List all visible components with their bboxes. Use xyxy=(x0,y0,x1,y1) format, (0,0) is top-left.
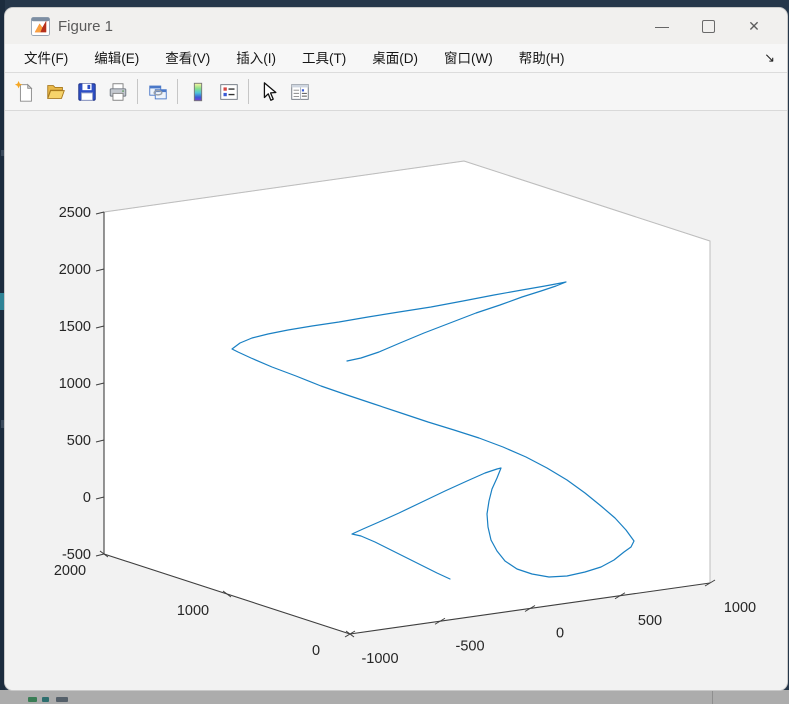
plot-browser-button[interactable] xyxy=(284,77,315,107)
matlab-logo-icon xyxy=(31,17,50,36)
toolbar-separator xyxy=(248,79,249,104)
link-plot-icon xyxy=(147,81,169,103)
open-file-button[interactable] xyxy=(40,77,71,107)
y-tick-label: 1000 xyxy=(177,603,209,619)
print-figure-button[interactable] xyxy=(102,77,133,107)
x-tick-label: 0 xyxy=(556,626,564,642)
tick-mark xyxy=(96,269,104,271)
plot-svg[interactable]: -1000-50005001000010002000-5000500100015… xyxy=(5,111,787,690)
insert-legend-button[interactable] xyxy=(213,77,244,107)
background-window-fragment xyxy=(56,697,68,702)
matlab-desktop: Figure 1 — ✕ 文件(F) 编辑(E) 查看(V) 插入(I) 工具(… xyxy=(0,0,789,704)
axes-box-walls xyxy=(104,161,710,634)
menu-item-tools[interactable]: 工具(T) xyxy=(289,45,359,72)
printer-icon xyxy=(107,81,129,103)
menu-item-view[interactable]: 查看(V) xyxy=(152,45,223,72)
desktop-edge-mark xyxy=(1,150,4,156)
save-figure-button[interactable] xyxy=(71,77,102,107)
maximize-icon xyxy=(702,20,715,33)
z-tick-label: 500 xyxy=(67,433,91,449)
menu-item-help[interactable]: 帮助(H) xyxy=(506,45,578,72)
tick-mark xyxy=(96,326,104,328)
window-title: Figure 1 xyxy=(58,18,639,35)
tick-mark xyxy=(96,554,104,556)
window-controls: — ✕ xyxy=(639,11,777,41)
colorbar-icon xyxy=(187,81,209,103)
edit-plot-pointer-button[interactable] xyxy=(253,77,284,107)
cursor-arrow-icon xyxy=(258,81,280,103)
titlebar[interactable]: Figure 1 — ✕ xyxy=(5,8,787,44)
close-button[interactable]: ✕ xyxy=(731,11,777,41)
figure-window: Figure 1 — ✕ 文件(F) 编辑(E) 查看(V) 插入(I) 工具(… xyxy=(5,8,787,690)
menu-item-desktop[interactable]: 桌面(D) xyxy=(359,45,431,72)
minimize-button[interactable]: — xyxy=(639,11,685,41)
background-window-fragment xyxy=(42,697,49,702)
menu-item-file[interactable]: 文件(F) xyxy=(11,45,81,72)
toolbar-separator xyxy=(177,79,178,104)
x-tick-label: 500 xyxy=(638,613,662,629)
tick-mark xyxy=(96,212,104,214)
background-window-fragment xyxy=(28,697,37,702)
y-tick-label: 0 xyxy=(312,643,320,659)
toolbar-separator xyxy=(137,79,138,104)
x-tick-label: -500 xyxy=(455,638,484,654)
menubar: 文件(F) 编辑(E) 查看(V) 插入(I) 工具(T) 桌面(D) 窗口(W… xyxy=(5,44,787,73)
open-folder-icon xyxy=(45,81,67,103)
maximize-button[interactable] xyxy=(685,11,731,41)
figure-toolbar xyxy=(5,73,787,111)
plot-canvas[interactable]: -1000-50005001000010002000-5000500100015… xyxy=(5,111,787,690)
tick-mark xyxy=(96,383,104,385)
z-tick-label: 2000 xyxy=(59,262,91,278)
x-tick-label: -1000 xyxy=(361,651,398,667)
desktop-edge-mark xyxy=(1,420,4,428)
save-floppy-icon xyxy=(76,81,98,103)
z-tick-label: 1500 xyxy=(59,319,91,335)
x-tick-label: 1000 xyxy=(724,600,756,616)
link-plot-button[interactable] xyxy=(142,77,173,107)
z-tick-label: -500 xyxy=(62,547,91,563)
dock-figure-icon[interactable]: ↘ xyxy=(764,44,775,71)
z-tick-label: 0 xyxy=(83,490,91,506)
z-tick-label: 1000 xyxy=(59,376,91,392)
y-tick-label: 2000 xyxy=(54,563,86,579)
menu-item-window[interactable]: 窗口(W) xyxy=(431,45,506,72)
z-tick-label: 2500 xyxy=(59,205,91,221)
tick-mark xyxy=(96,440,104,442)
legend-icon xyxy=(218,81,240,103)
tick-mark xyxy=(96,497,104,499)
insert-colorbar-button[interactable] xyxy=(182,77,213,107)
new-figure-button[interactable] xyxy=(9,77,40,107)
background-window-seam xyxy=(712,690,713,704)
menu-item-insert[interactable]: 插入(I) xyxy=(223,45,289,72)
desktop-bottom-strip xyxy=(0,690,789,704)
new-document-icon xyxy=(14,81,36,103)
plot-browser-icon xyxy=(289,81,311,103)
menu-item-edit[interactable]: 编辑(E) xyxy=(81,45,152,72)
